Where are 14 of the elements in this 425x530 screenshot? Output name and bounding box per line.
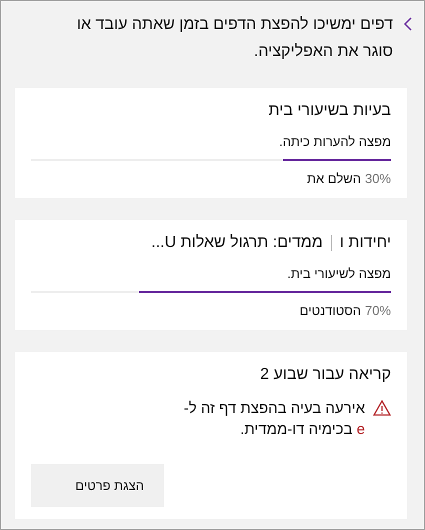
card-subtitle: מפצה להערות כיתה. [278,134,391,149]
card-title: יחידות ו [340,234,391,252]
warning-icon [373,400,391,416]
card-title: ממדים: תרגול שאלות U... [151,234,323,252]
percent-text: 30% [364,171,391,186]
status-text: השלם את [307,171,361,186]
card-subtitle: מפצה לשיעורי בית. [286,266,391,281]
show-details-button[interactable]: הצגת פרטים [31,464,164,507]
status-text: הסטודנטים [300,303,361,318]
card-title: קריאה עבור שבוע 2 [260,366,391,384]
chevron-icon[interactable] [403,17,413,31]
card-title: בעיות בשיעורי בית [268,102,391,120]
percent-text: 70% [364,303,391,318]
info-message: דפים ימשיכו להפצת הדפים בזמן שאתה עובד או סוגר את האפליקציה. [76,15,393,62]
